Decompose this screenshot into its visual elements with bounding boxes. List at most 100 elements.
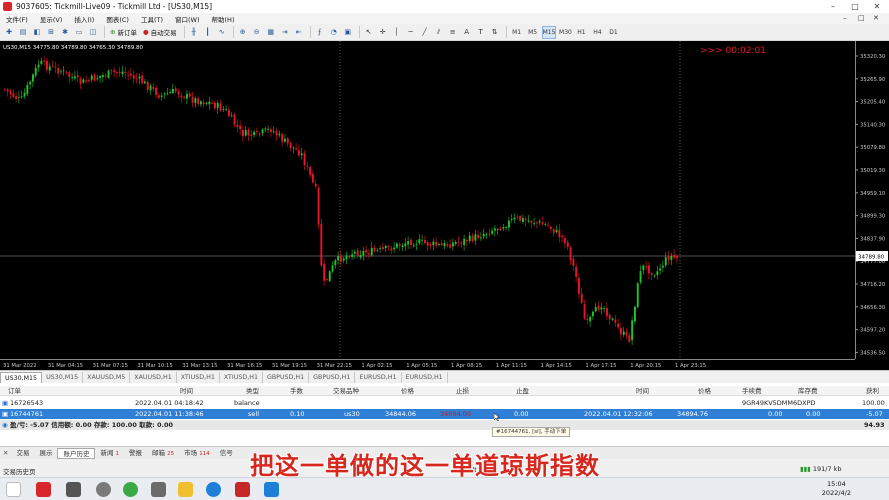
symbol-tab[interactable]: EURUSD,H1 xyxy=(355,372,402,383)
timeframe-m15[interactable]: M15 xyxy=(541,25,557,39)
col-order[interactable]: 订单 xyxy=(8,386,21,396)
symbol-tab[interactable]: US30,M15 xyxy=(0,372,43,383)
templates-icon[interactable]: ▣ xyxy=(342,26,354,39)
symbol-tab[interactable]: XAUUSD,M5 xyxy=(83,372,131,383)
new-order-icon: ⊕ xyxy=(110,28,116,36)
symbol-tab[interactable]: EURUSD,H1 xyxy=(402,372,448,383)
chart-restore-button[interactable]: □ xyxy=(858,13,865,24)
indicators-icon[interactable]: ⨍ xyxy=(314,26,326,39)
col-sl[interactable]: 止损 xyxy=(456,386,469,396)
new-order-button[interactable]: ⊕ 新订单 xyxy=(108,26,139,39)
trendline-icon[interactable]: ╱ xyxy=(419,26,431,39)
menu-insert[interactable]: 插入(I) xyxy=(68,14,100,24)
folder-app-icon[interactable] xyxy=(178,482,193,497)
profiles-icon[interactable]: ▤ xyxy=(17,26,29,39)
chrome-icon[interactable] xyxy=(123,482,138,497)
symbol-tab[interactable]: XTIUSD,H1 xyxy=(220,372,263,383)
col-price[interactable]: 价格 xyxy=(401,386,414,396)
periods-icon[interactable]: ◔ xyxy=(328,26,340,39)
col-lots[interactable]: 手数 xyxy=(290,386,303,396)
minimize-button[interactable]: – xyxy=(822,0,844,13)
new-chart-icon[interactable]: ✚ xyxy=(3,26,15,39)
autoscroll-icon[interactable]: ⇥ xyxy=(279,26,291,39)
table-row[interactable]: ▣ 16726543 2022.04.01 04:18:42 balance 9… xyxy=(0,398,889,408)
close-button[interactable]: ✕ xyxy=(866,0,888,13)
cursor-icon[interactable]: ↖ xyxy=(363,26,375,39)
auto-trade-button[interactable]: ● 自动交易 xyxy=(141,26,179,39)
menu-help[interactable]: 帮助(H) xyxy=(206,14,241,24)
timeframe-m30[interactable]: M30 xyxy=(558,26,572,39)
crosshair-icon[interactable]: ✛ xyxy=(377,26,389,39)
zoom-out-icon[interactable]: ⊖ xyxy=(251,26,263,39)
chart-minimize-button[interactable]: – xyxy=(843,13,847,24)
vertical-line-icon[interactable]: │ xyxy=(391,26,403,39)
blue-app-icon[interactable] xyxy=(264,482,279,497)
menu-charts[interactable]: 图表(C) xyxy=(100,14,135,24)
menu-tools[interactable]: 工具(T) xyxy=(135,14,169,24)
col-commission[interactable]: 手续费 xyxy=(742,386,762,396)
chart-shift-icon[interactable]: ⇤ xyxy=(293,26,305,39)
feather-app-icon[interactable] xyxy=(96,482,111,497)
candle-chart-icon[interactable]: ┃ xyxy=(202,26,214,39)
tab-market[interactable]: 市场 114 xyxy=(179,448,215,459)
table-row-selected[interactable]: ▣ 16744761 2022.04.01 11:38:46 sell 0.10… xyxy=(0,409,889,419)
menu-window[interactable]: 窗口(W) xyxy=(169,14,206,24)
document-app-icon[interactable] xyxy=(66,482,81,497)
timeframe-h1[interactable]: H1 xyxy=(574,26,588,39)
symbol-tab[interactable]: GBPUSD,H1 xyxy=(309,372,356,383)
video-app-icon[interactable] xyxy=(151,482,166,497)
price-chart[interactable]: 35320.30 35265.90 35205.40 35140.30 35079.80… xyxy=(0,41,889,370)
terminal-app-icon[interactable] xyxy=(235,482,250,497)
horizontal-line-icon[interactable]: ─ xyxy=(405,26,417,39)
candle-body xyxy=(653,275,656,277)
navigator-icon[interactable]: ✱ xyxy=(59,26,71,39)
system-clock[interactable]: 15:04 2022/4/2 xyxy=(822,480,851,498)
menu-view[interactable]: 显示(V) xyxy=(34,14,69,24)
maximize-button[interactable]: □ xyxy=(844,0,866,13)
tickmill-app-icon[interactable] xyxy=(36,482,51,497)
timeframe-d1[interactable]: D1 xyxy=(606,26,620,39)
equidistant-channel-icon[interactable]: ⫽ xyxy=(433,26,445,39)
market-watch-icon[interactable]: ◧ xyxy=(31,26,43,39)
col-symbol[interactable]: 交易品种 xyxy=(333,386,359,396)
symbol-tab[interactable]: XAUUSD,H1 xyxy=(130,372,177,383)
tester-icon[interactable]: ◫ xyxy=(87,26,99,39)
tab-mailbox[interactable]: 邮箱 25 xyxy=(147,448,179,459)
data-window-icon[interactable]: ⊞ xyxy=(45,26,57,39)
col-close-price[interactable]: 价格 xyxy=(698,386,711,396)
tab-alerts[interactable]: 警报 xyxy=(124,448,147,459)
start-button-icon[interactable] xyxy=(6,482,21,497)
candle-body xyxy=(555,229,558,233)
col-profit[interactable]: 获利 xyxy=(866,386,879,396)
meeting-app-icon[interactable] xyxy=(206,482,221,497)
bar-chart-icon[interactable]: ╫ xyxy=(188,26,200,39)
col-tp[interactable]: 止盈 xyxy=(516,386,529,396)
tab-exposure[interactable]: 展示 xyxy=(34,448,57,459)
col-time[interactable]: 时间 xyxy=(180,386,193,396)
col-type[interactable]: 类型 xyxy=(246,386,259,396)
tab-account-history[interactable]: 账户历史 xyxy=(57,447,96,459)
zoom-in-icon[interactable]: ⊕ xyxy=(237,26,249,39)
col-swap[interactable]: 库存费 xyxy=(798,386,818,396)
timeframe-h4[interactable]: H4 xyxy=(590,26,604,39)
timeframe-m5[interactable]: M5 xyxy=(526,26,540,39)
timeframe-m1[interactable]: M1 xyxy=(510,26,524,39)
candlestick-chart[interactable]: 35320.30 35265.90 35205.40 35140.30 35079.80… xyxy=(0,41,889,370)
tab-signals[interactable]: 信号 xyxy=(215,448,238,459)
terminal-icon[interactable]: ▭ xyxy=(73,26,85,39)
symbol-tab[interactable]: XTIUSD,H1 xyxy=(177,372,220,383)
arrows-icon[interactable]: ⇅ xyxy=(489,26,501,39)
text-tool-icon[interactable]: A xyxy=(461,26,473,39)
menu-file[interactable]: 文件(F) xyxy=(0,14,34,24)
chart-close-button[interactable]: ✕ xyxy=(873,13,879,24)
tab-trade[interactable]: 交易 xyxy=(11,448,34,459)
tab-news[interactable]: 新闻 1 xyxy=(95,448,124,459)
symbol-tab[interactable]: GBPUSD,H1 xyxy=(263,372,310,383)
line-chart-icon[interactable]: ∿ xyxy=(216,26,228,39)
terminal-close-icon[interactable]: ✕ xyxy=(0,449,11,457)
col-close-time[interactable]: 时间 xyxy=(636,386,649,396)
tile-windows-icon[interactable]: ▦ xyxy=(265,26,277,39)
label-tool-icon[interactable]: T xyxy=(475,26,487,39)
symbol-tab[interactable]: US30,M15 xyxy=(42,372,84,383)
fibonacci-icon[interactable]: ≡ xyxy=(447,26,459,39)
